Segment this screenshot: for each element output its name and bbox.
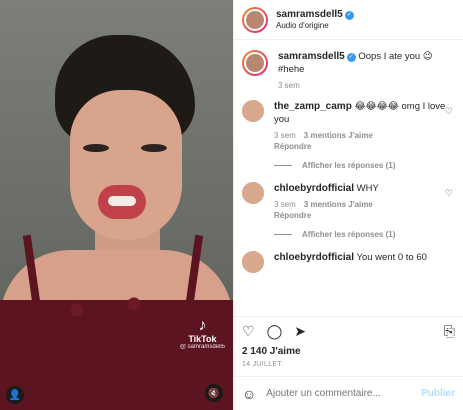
comment-item: chloebyrdofficial WHY 3 sem 3 mentions J'…: [242, 182, 455, 220]
like-comment-heart-icon[interactable]: ♡: [445, 106, 453, 117]
comment-likes[interactable]: 3 mentions J'aime: [304, 200, 373, 209]
audio-label[interactable]: Audio d'origine: [276, 21, 354, 30]
author-avatar[interactable]: [242, 6, 268, 33]
post-header: samramsdell5 ✓ Audio d'origine: [234, 0, 463, 40]
author-username[interactable]: samramsdell5: [276, 9, 343, 20]
like-comment-heart-icon[interactable]: ♡: [445, 188, 453, 199]
caption-username[interactable]: samramsdell5: [278, 51, 345, 62]
comment-icon[interactable]: ◯: [267, 323, 283, 340]
comment-item: chloebyrdofficial You went 0 to 60: [242, 251, 455, 273]
action-bar: ♡ ◯ ➤ ⎘: [234, 316, 463, 346]
tiktok-name: TikTok: [188, 334, 217, 344]
comment-input[interactable]: [266, 388, 422, 399]
tiktok-logo-icon: ♪: [198, 317, 207, 334]
comment-time: 3 sem: [274, 131, 296, 140]
view-replies[interactable]: Afficher les réponses (1): [274, 161, 455, 170]
comment-avatar[interactable]: [242, 182, 264, 204]
comment-text: WHY: [356, 183, 379, 194]
comment-text: You went 0 to 60: [356, 252, 427, 263]
post-panel: samramsdell5 ✓ Audio d'origine samramsdel…: [233, 0, 463, 410]
comments-list[interactable]: samramsdell5 ✓ Oops I ate you 😉 #hehe 3 s…: [234, 40, 463, 316]
share-send-icon[interactable]: ➤: [294, 323, 306, 340]
comment-item: the_zamp_camp 😂😂😂😂 omg I love you 3 sem 3…: [242, 100, 455, 151]
add-comment-bar: ☺ Publier: [234, 376, 463, 410]
post-media[interactable]: ♪ TikTok @ samramsdell5 👤 🔇: [0, 0, 233, 410]
save-bookmark-icon[interactable]: ⎘: [444, 323, 455, 340]
verified-badge-icon: ✓: [346, 53, 356, 62]
comment-avatar[interactable]: [242, 100, 264, 122]
video-eye-right: [141, 144, 167, 152]
comment-likes[interactable]: 3 mentions J'aime: [304, 131, 373, 140]
emoji-picker-icon[interactable]: ☺: [242, 386, 256, 402]
comment-username[interactable]: chloebyrdofficial: [274, 252, 354, 263]
comment-avatar[interactable]: [242, 251, 264, 273]
post-date[interactable]: 14 JUILLET: [234, 357, 463, 376]
reply-button[interactable]: Répondre: [274, 211, 455, 220]
tiktok-watermark: ♪ TikTok @ samramsdell5: [179, 317, 225, 351]
video-teeth: [108, 196, 136, 206]
comment-username[interactable]: the_zamp_camp: [274, 101, 352, 112]
caption-time: 3 sem: [278, 81, 300, 90]
reply-button[interactable]: Répondre: [274, 142, 455, 151]
comment-username[interactable]: chloebyrdofficial: [274, 183, 354, 194]
caption-avatar[interactable]: [242, 50, 268, 76]
verified-badge-icon: ✓: [344, 11, 354, 20]
like-heart-icon[interactable]: ♡: [242, 323, 255, 340]
publish-button[interactable]: Publier: [421, 388, 455, 399]
view-replies[interactable]: Afficher les réponses (1): [274, 230, 455, 239]
likes-count[interactable]: 2 140 J'aime: [234, 346, 463, 357]
mute-icon[interactable]: 🔇: [205, 384, 223, 402]
tiktok-handle: @ samramsdell5: [179, 344, 225, 350]
tagged-user-icon[interactable]: 👤: [6, 386, 24, 404]
video-eye-left: [83, 144, 109, 152]
comment-time: 3 sem: [274, 200, 296, 209]
caption: samramsdell5 ✓ Oops I ate you 😉 #hehe 3 s…: [242, 50, 455, 90]
